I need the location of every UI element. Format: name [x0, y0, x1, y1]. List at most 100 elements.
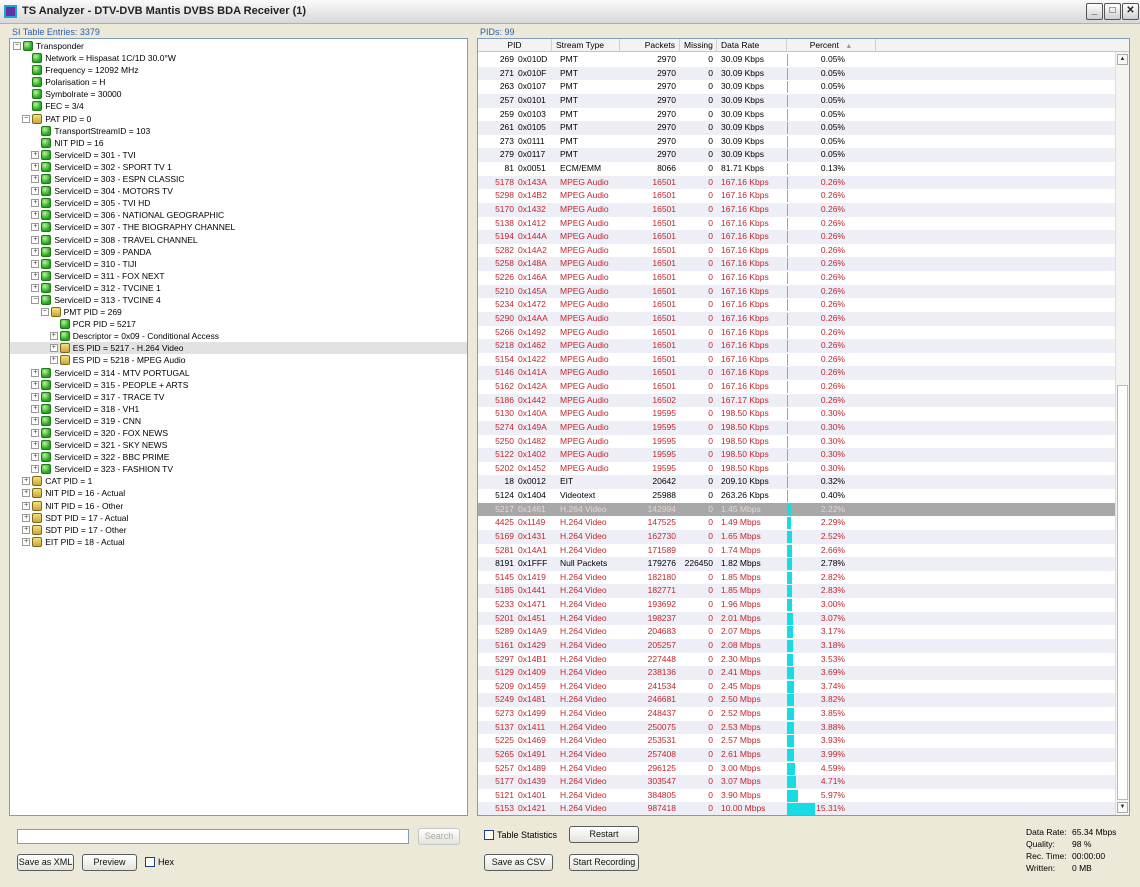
restart-button[interactable]: Restart — [569, 826, 639, 843]
tree-node[interactable]: + SDT PID = 17 - Actual — [10, 512, 467, 524]
tree-node[interactable]: + ServiceID = 302 - SPORT TV 1 — [10, 161, 467, 173]
table-row[interactable]: 273 0x0111 PMT 2970 0 30.09 Kbps 0.05% — [478, 135, 1118, 149]
table-row[interactable]: 5177 0x1439 H.264 Video 303547 0 3.07 Mbps 4.7… — [478, 775, 1118, 789]
table-row[interactable]: 5202 0x1452 MPEG Audio 19595 0 198.50 Kbps 0.3… — [478, 462, 1118, 476]
column-header-packets[interactable]: Packets — [620, 39, 680, 52]
start-recording-button[interactable]: Start Recording — [569, 854, 639, 871]
expand-icon[interactable]: + — [31, 416, 40, 425]
collapse-icon[interactable]: − — [13, 42, 21, 50]
table-row[interactable]: 5138 0x1412 MPEG Audio 16501 0 167.16 Kbps 0.2… — [478, 217, 1118, 231]
search-button[interactable]: Search — [418, 828, 460, 845]
tree-node[interactable]: + ServiceID = 318 - VH1 — [10, 403, 467, 415]
tree-node[interactable]: + ServiceID = 306 - NATIONAL GEOGRAPHIC — [10, 209, 467, 221]
tree-node[interactable]: + ServiceID = 307 - THE BIOGRAPHY CHANNEL — [10, 221, 467, 233]
table-row[interactable]: 261 0x0105 PMT 2970 0 30.09 Kbps 0.05% — [478, 121, 1118, 135]
table-row[interactable]: 5162 0x142A MPEG Audio 16501 0 167.16 Kbps 0.2… — [478, 380, 1118, 394]
table-row[interactable]: 5249 0x1481 H.264 Video 246681 0 2.50 Mbps 3.8… — [478, 693, 1118, 707]
table-row[interactable]: 5281 0x14A1 H.264 Video 171589 0 1.74 Mbps 2.6… — [478, 544, 1118, 558]
table-row[interactable]: 5146 0x141A MPEG Audio 16501 0 167.16 Kbps 0.2… — [478, 366, 1118, 380]
table-row[interactable]: 5194 0x144A MPEG Audio 16501 0 167.16 Kbps 0.2… — [478, 230, 1118, 244]
column-header-data-rate[interactable]: Data Rate — [717, 39, 787, 52]
expand-icon[interactable]: + — [31, 247, 40, 256]
tree-node[interactable]: + ServiceID = 322 - BBC PRIME — [10, 451, 467, 463]
tree-node[interactable]: + CAT PID = 1 — [10, 475, 467, 487]
tree-node[interactable]: FEC = 3/4 — [10, 100, 467, 112]
pid-table[interactable]: PID Stream Type Packets Missing Data Rat… — [477, 38, 1130, 816]
expand-icon[interactable]: + — [31, 175, 40, 184]
table-row[interactable]: 5154 0x1422 MPEG Audio 16501 0 167.16 Kbps 0.2… — [478, 353, 1118, 367]
tree-node[interactable]: NIT PID = 16 — [10, 137, 467, 149]
tree-node[interactable]: Symbolrate = 30000 — [10, 88, 467, 100]
table-row[interactable]: 5225 0x1469 H.264 Video 253531 0 2.57 Mbps 3.9… — [478, 734, 1118, 748]
scroll-up-icon[interactable]: ▲ — [1117, 54, 1128, 65]
expand-icon[interactable]: + — [31, 404, 40, 413]
tree-node[interactable]: + ServiceID = 320 - FOX NEWS — [10, 427, 467, 439]
tree-node[interactable]: Frequency = 12092 MHz — [10, 64, 467, 76]
table-row[interactable]: 279 0x0117 PMT 2970 0 30.09 Kbps 0.05% — [478, 148, 1118, 162]
tree-node[interactable]: TransportStreamID = 103 — [10, 125, 467, 137]
hex-checkbox[interactable] — [145, 857, 155, 867]
tree-node[interactable]: + NIT PID = 16 - Other — [10, 500, 467, 512]
expand-icon[interactable]: + — [31, 392, 40, 401]
tree-node[interactable]: + ES PID = 5217 - H.264 Video — [10, 342, 467, 355]
search-input[interactable] — [17, 829, 409, 844]
tree-node[interactable]: + ServiceID = 314 - MTV PORTUGAL — [10, 367, 467, 379]
tree-node[interactable]: + ServiceID = 323 - FASHION TV — [10, 463, 467, 475]
table-row[interactable]: 5217 0x1461 H.264 Video 142994 0 1.45 Mbps 2.2… — [478, 502, 1118, 517]
scroll-thumb[interactable] — [1117, 385, 1128, 800]
table-row[interactable]: 5226 0x146A MPEG Audio 16501 0 167.16 Kbps 0.2… — [478, 271, 1118, 285]
column-header-pid[interactable]: PID — [478, 39, 552, 52]
table-row[interactable]: 4425 0x1149 H.264 Video 147525 0 1.49 Mbps 2.2… — [478, 516, 1118, 530]
expand-icon[interactable]: + — [31, 429, 40, 437]
table-row[interactable]: 5178 0x143A MPEG Audio 16501 0 167.16 Kbps 0.2… — [478, 175, 1118, 190]
collapse-icon[interactable]: − — [40, 308, 49, 317]
table-row[interactable]: 5297 0x14B1 H.264 Video 227448 0 2.30 Mbps 3.5… — [478, 653, 1118, 667]
table-row[interactable]: 5258 0x148A MPEG Audio 16501 0 167.16 Kbps 0.2… — [478, 257, 1118, 271]
table-row[interactable]: 5273 0x1499 H.264 Video 248437 0 2.52 Mbps 3.8… — [478, 707, 1118, 721]
minimize-button[interactable]: _ — [1086, 3, 1103, 20]
tree-node[interactable]: + ES PID = 5218 - MPEG Audio — [10, 354, 467, 366]
tree-node[interactable]: − PMT PID = 269 — [10, 306, 467, 318]
table-row[interactable]: 18 0x0012 EIT 20642 0 209.10 Kbps 0.32% — [478, 475, 1118, 489]
table-row[interactable]: 5122 0x1402 MPEG Audio 19595 0 198.50 Kbps 0.3… — [478, 448, 1118, 462]
table-row[interactable]: 5129 0x1409 H.264 Video 238136 0 2.41 Mbps 3.6… — [478, 666, 1118, 680]
tree-node[interactable]: + ServiceID = 305 - TVI HD — [10, 197, 467, 209]
expand-icon[interactable]: + — [31, 211, 40, 220]
tree-node[interactable]: + ServiceID = 315 - PEOPLE + ARTS — [10, 379, 467, 391]
column-header-percent[interactable]: Percent ▲ — [787, 39, 876, 52]
table-row[interactable]: 5170 0x1432 MPEG Audio 16501 0 167.16 Kbps 0.2… — [478, 202, 1118, 217]
tree-node[interactable]: + EIT PID = 18 - Actual — [10, 536, 467, 548]
table-row[interactable]: 271 0x010F PMT 2970 0 30.09 Kbps 0.05% — [478, 66, 1118, 81]
expand-icon[interactable]: + — [31, 465, 40, 474]
tree-node[interactable]: + ServiceID = 310 - TIJI — [10, 258, 467, 270]
table-row[interactable]: 5265 0x1491 H.264 Video 257408 0 2.61 Mbps 3.9… — [478, 747, 1118, 762]
table-row[interactable]: 5290 0x14AA MPEG Audio 16501 0 167.16 Kbps 0.2… — [478, 311, 1118, 326]
close-button[interactable]: ✕ — [1122, 3, 1139, 20]
collapse-icon[interactable]: − — [31, 295, 40, 304]
tree-node[interactable]: − ServiceID = 313 - TVCINE 4 — [10, 294, 467, 306]
expand-icon[interactable]: + — [31, 453, 40, 462]
tree-node[interactable]: + Descriptor = 0x09 - Conditional Access — [10, 330, 467, 342]
maximize-button[interactable]: □ — [1104, 3, 1121, 20]
table-row[interactable]: 5289 0x14A9 H.264 Video 204683 0 2.07 Mbps 3.1… — [478, 625, 1118, 639]
table-statistics-checkbox[interactable] — [484, 830, 494, 840]
table-row[interactable]: 5257 0x1489 H.264 Video 296125 0 3.00 Mbps 4.5… — [478, 762, 1118, 776]
expand-icon[interactable]: + — [31, 380, 40, 389]
tree-node[interactable]: Network = Hispasat 1C/1D 30.0°W — [10, 52, 467, 64]
expand-icon[interactable]: + — [31, 162, 40, 171]
table-row[interactable]: 5282 0x14A2 MPEG Audio 16501 0 167.16 Kbps 0.2… — [478, 244, 1118, 258]
expand-icon[interactable]: + — [31, 150, 40, 159]
table-row[interactable]: 5233 0x1471 H.264 Video 193692 0 1.96 Mbps 3.0… — [478, 598, 1118, 612]
table-row[interactable]: 5201 0x1451 H.264 Video 198237 0 2.01 Mbps 3.0… — [478, 611, 1118, 626]
expand-icon[interactable]: + — [31, 199, 40, 208]
table-row[interactable]: 8191 0x1FFF Null Packets 179276 226450 1.82 M… — [478, 557, 1118, 571]
expand-icon[interactable]: + — [31, 441, 40, 450]
tree-node[interactable]: + ServiceID = 319 - CNN — [10, 415, 467, 427]
expand-icon[interactable]: + — [49, 344, 58, 353]
expand-icon[interactable]: + — [49, 332, 58, 341]
tree-node[interactable]: + ServiceID = 304 - MOTORS TV — [10, 185, 467, 197]
tree-node[interactable]: + ServiceID = 301 - TVI — [10, 149, 467, 161]
table-row[interactable]: 5130 0x140A MPEG Audio 19595 0 198.50 Kbps 0.3… — [478, 407, 1118, 421]
scroll-down-icon[interactable]: ▼ — [1117, 802, 1128, 813]
expand-icon[interactable]: + — [31, 223, 40, 232]
